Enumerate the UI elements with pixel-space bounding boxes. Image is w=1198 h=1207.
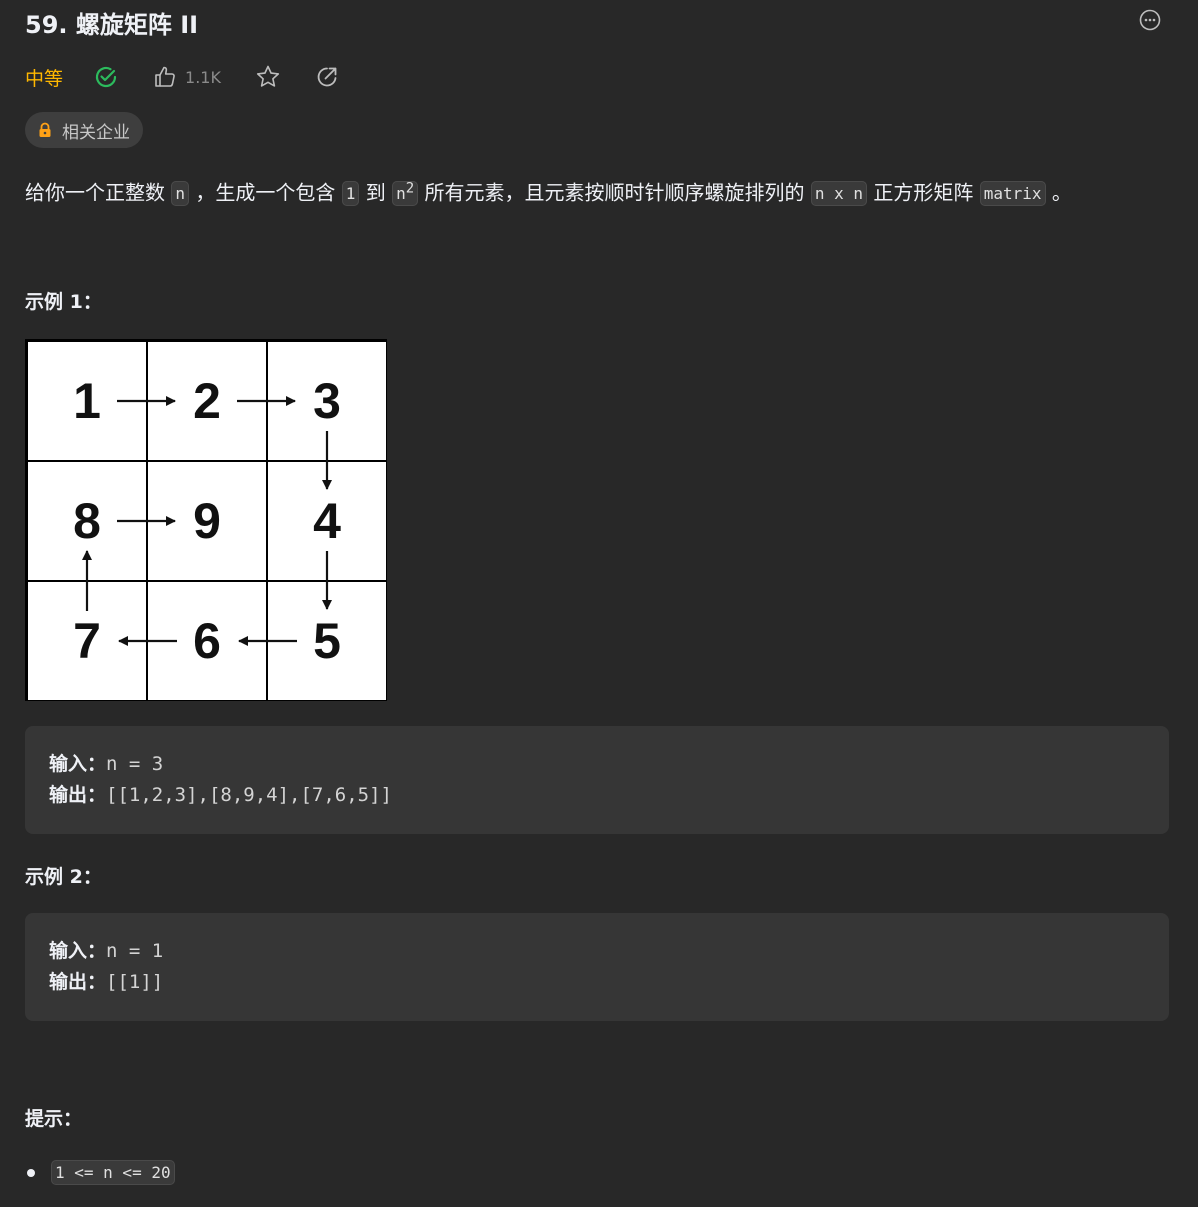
code-n-squared: n2 [392, 181, 419, 207]
desc-text: ，生成一个包含 [189, 180, 342, 205]
solved-status [93, 64, 119, 90]
code-n2-exponent: 2 [405, 181, 415, 197]
desc-text: 。 [1045, 180, 1072, 205]
desc-text: 所有元素，且元素按顺时针顺序螺旋排列的 [418, 180, 811, 205]
example-1-io: 输入：n = 3 输出：[[1,2,3],[8,9,4],[7,6,5]] [25, 726, 1169, 834]
bullet-dot [27, 1168, 35, 1177]
desc-text: 正方形矩阵 [867, 180, 980, 205]
output-label: 输出： [49, 784, 107, 806]
like-button[interactable]: 1.1K [153, 65, 221, 89]
lock-icon [39, 122, 51, 137]
code-n2-base: n [396, 184, 406, 204]
company-tag-label: 相关企业 [62, 122, 130, 143]
difficulty-badge: 中等 [25, 67, 64, 90]
example-2-input: 输入：n = 1 [49, 936, 1145, 967]
spiral-arrows [82, 396, 332, 646]
constraint-code: 1 <= n <= 20 [51, 1160, 175, 1185]
constraints-title: 提示： [25, 1108, 83, 1130]
example-2-title: 示例 2： [25, 866, 102, 888]
like-count: 1.1K [185, 67, 221, 87]
output-label: 输出： [49, 971, 107, 993]
code-n-x-n: n x n [810, 181, 868, 207]
code-1: 1 [341, 181, 360, 207]
example-1-title: 示例 1： [25, 291, 102, 313]
more-icon [1139, 9, 1161, 31]
example-1-output: 输出：[[1,2,3],[8,9,4],[7,6,5]] [49, 780, 1145, 811]
input-label: 输入： [49, 753, 107, 775]
share-button[interactable] [315, 65, 339, 89]
code-n: n [171, 181, 189, 207]
problem-description: 给你一个正整数 n ，生成一个包含 1 到 n2 所有元素，且元素按顺时针顺序螺… [25, 170, 1072, 213]
input-label: 输入： [49, 940, 107, 962]
meta-row: 中等 1.1K [25, 60, 373, 94]
share-icon [317, 67, 337, 87]
input-value: n = 1 [106, 940, 164, 962]
output-value: [[1,2,3],[8,9,4],[7,6,5]] [106, 784, 392, 806]
desc-text: 给你一个正整数 [25, 180, 172, 205]
desc-text: 到 [359, 180, 393, 205]
more-options-button[interactable] [1139, 9, 1161, 31]
example-2-output: 输出：[[1]] [49, 967, 1145, 998]
star-icon [256, 65, 280, 87]
problem-title: 59. 螺旋矩阵 II [25, 11, 199, 39]
output-value: [[1]] [106, 971, 164, 993]
solved-check-icon [95, 66, 117, 88]
constraint-item: 1 <= n <= 20 [25, 1160, 175, 1185]
thumbs-up-icon [155, 66, 175, 87]
input-value: n = 3 [106, 753, 164, 775]
spiral-matrix-figure: 1 2 3 8 9 4 7 6 5 [25, 339, 387, 701]
example-1-input: 输入：n = 3 [49, 749, 1145, 780]
code-matrix: matrix [979, 181, 1046, 207]
favorite-button[interactable] [255, 64, 281, 90]
related-companies-tag[interactable]: 相关企业 [25, 112, 143, 148]
example-2-io: 输入：n = 1 输出：[[1]] [25, 913, 1169, 1021]
